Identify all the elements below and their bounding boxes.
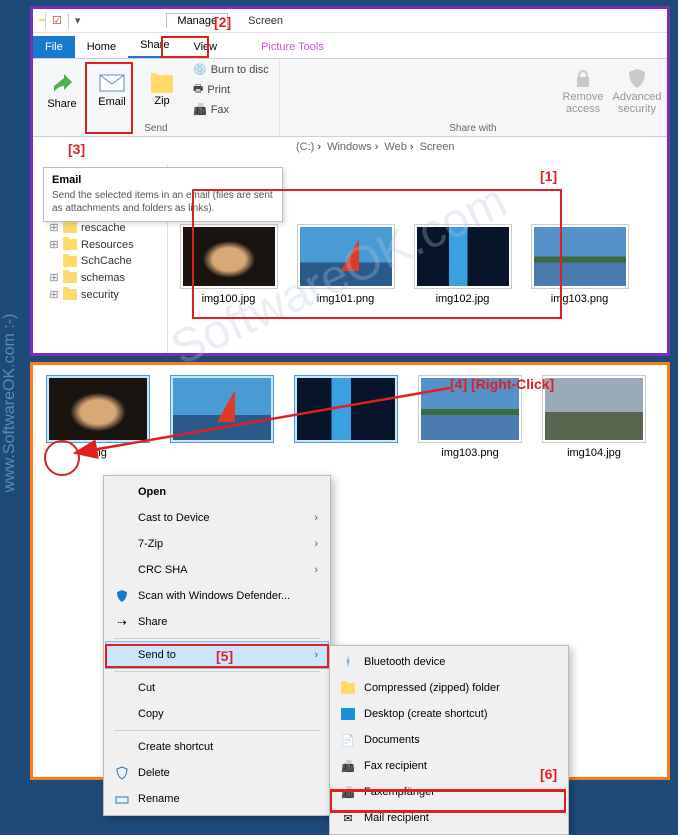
file-thumbnails-bottom: img img103.png img104.jpg <box>33 365 667 469</box>
shield-icon <box>114 588 130 604</box>
chevron-right-icon: › <box>314 512 318 524</box>
explorer-window-bottom: img img103.png img104.jpg Open Cast to D… <box>30 362 670 780</box>
email-label: Email <box>98 96 126 108</box>
file-item[interactable]: img103.png <box>415 375 525 459</box>
share-label: Share <box>47 98 76 110</box>
watermark-side: www.SoftwareOK.com :-) <box>1 313 19 492</box>
ribbon: Share Email Zip 💿Burn to disc 🖶Print 📠Fa… <box>33 59 667 137</box>
fax-icon: 📠 <box>340 758 356 774</box>
tab-home[interactable]: Home <box>75 36 128 58</box>
tooltip-body: Send the selected items in an email (fil… <box>52 189 274 215</box>
tooltip-title: Email <box>52 174 274 186</box>
file-item[interactable]: img103.png <box>527 224 632 345</box>
checkbox-icon[interactable]: ☑ <box>52 14 62 27</box>
window-title: Screen <box>248 15 283 27</box>
ctx-share[interactable]: ⇢Share <box>106 609 328 635</box>
sendto-fax[interactable]: 📠Fax recipient <box>332 753 566 779</box>
rename-icon <box>114 791 130 807</box>
zip-label: Zip <box>154 95 169 107</box>
ctx-cut[interactable]: Cut <box>106 675 328 701</box>
sendto-mail[interactable]: ✉Mail recipient <box>332 805 566 831</box>
sendto-bluetooth[interactable]: ᚼBluetooth device <box>332 649 566 675</box>
ctx-open[interactable]: Open <box>106 479 328 505</box>
group-send-label: Send <box>39 121 273 134</box>
send-to-submenu: ᚼBluetooth device Compressed (zipped) fo… <box>329 645 569 835</box>
chevron-right-icon: › <box>314 538 318 550</box>
sendto-fax-de[interactable]: 📠Faxempfänger <box>332 779 566 805</box>
tree-item[interactable]: ⊞security <box>37 286 163 303</box>
tab-share[interactable]: Share <box>128 34 181 58</box>
file-item[interactable]: img102.jpg <box>410 224 515 345</box>
ctx-shortcut[interactable]: Create shortcut <box>106 734 328 760</box>
delete-icon <box>114 765 130 781</box>
crumb-web[interactable]: Web <box>384 141 406 153</box>
titlebar: ☑ ▾ Manage Screen <box>33 9 667 33</box>
lock-icon <box>572 67 594 89</box>
sendto-documents[interactable]: 📄Documents <box>332 727 566 753</box>
ctx-7zip[interactable]: 7-Zip› <box>106 531 328 557</box>
crumb-screen[interactable]: Screen <box>420 141 455 153</box>
remove-access-button: Remove access <box>560 62 606 120</box>
shield-icon <box>626 67 648 89</box>
tree-item[interactable]: SchCache <box>37 253 163 269</box>
ctx-defender[interactable]: Scan with Windows Defender... <box>106 583 328 609</box>
fax-icon: 📠 <box>193 103 207 116</box>
advanced-security-button: Advanced security <box>614 62 660 120</box>
file-item[interactable]: img100.jpg <box>176 224 281 345</box>
sendto-zip[interactable]: Compressed (zipped) folder <box>332 675 566 701</box>
file-item[interactable] <box>291 375 401 459</box>
zip-folder-icon <box>151 75 173 93</box>
fax-button[interactable]: 📠Fax <box>189 102 273 117</box>
crumb-c[interactable]: (C:) <box>296 141 314 153</box>
tree-item[interactable]: ⊞Resources <box>37 236 163 253</box>
file-item[interactable]: img104.jpg <box>539 375 649 459</box>
ctx-send-to[interactable]: Send to› <box>106 642 328 668</box>
tree-item[interactable]: ⊞schemas <box>37 269 163 286</box>
envelope-icon: ✉ <box>340 810 356 826</box>
printer-icon: 🖶 <box>193 80 203 99</box>
manage-tab[interactable]: Manage <box>177 15 217 27</box>
ctx-crc[interactable]: CRC SHA› <box>106 557 328 583</box>
dropdown-icon[interactable]: ▾ <box>75 14 81 27</box>
ctx-delete[interactable]: Delete <box>106 760 328 786</box>
burn-button[interactable]: 💿Burn to disc <box>189 62 273 77</box>
breadcrumb[interactable]: (C:)› Windows› Web› Screen <box>293 141 457 153</box>
quick-access-toolbar: ☑ ▾ <box>33 13 86 29</box>
share-button[interactable]: Share <box>39 62 85 120</box>
zip-folder-icon <box>340 680 356 696</box>
ctx-copy[interactable]: Copy <box>106 701 328 727</box>
tab-view[interactable]: View <box>181 36 229 58</box>
ribbon-tabs: File Home Share View Picture Tools <box>33 33 667 59</box>
email-tooltip: Email Send the selected items in an emai… <box>43 167 283 222</box>
tab-picture-tools[interactable]: Picture Tools <box>249 36 336 58</box>
ctx-cast[interactable]: Cast to Device› <box>106 505 328 531</box>
sendto-desktop[interactable]: Desktop (create shortcut) <box>332 701 566 727</box>
email-button[interactable]: Email <box>89 62 135 120</box>
document-icon: 📄 <box>340 732 356 748</box>
crumb-windows[interactable]: Windows <box>327 141 372 153</box>
file-item[interactable]: img101.png <box>293 224 398 345</box>
print-button[interactable]: 🖶Print <box>189 79 273 100</box>
tab-file[interactable]: File <box>33 36 75 58</box>
bluetooth-icon: ᚼ <box>340 654 356 670</box>
file-item[interactable] <box>167 375 277 459</box>
desktop-icon <box>340 706 356 722</box>
ctx-rename[interactable]: Rename <box>106 786 328 812</box>
file-item[interactable]: img <box>43 375 153 459</box>
share-arrow-icon <box>50 72 74 96</box>
zip-button[interactable]: Zip <box>139 62 185 120</box>
context-menu: Open Cast to Device› 7-Zip› CRC SHA› Sca… <box>103 475 331 816</box>
explorer-window-top: ☑ ▾ Manage Screen File Home Share View P… <box>30 6 670 356</box>
disc-icon: 💿 <box>193 63 207 76</box>
chevron-right-icon: › <box>314 649 318 661</box>
fax-icon: 📠 <box>340 784 356 800</box>
group-sharewith-label: Share with <box>286 121 660 134</box>
share-icon: ⇢ <box>114 614 130 630</box>
envelope-icon <box>99 74 125 94</box>
chevron-right-icon: › <box>314 564 318 576</box>
